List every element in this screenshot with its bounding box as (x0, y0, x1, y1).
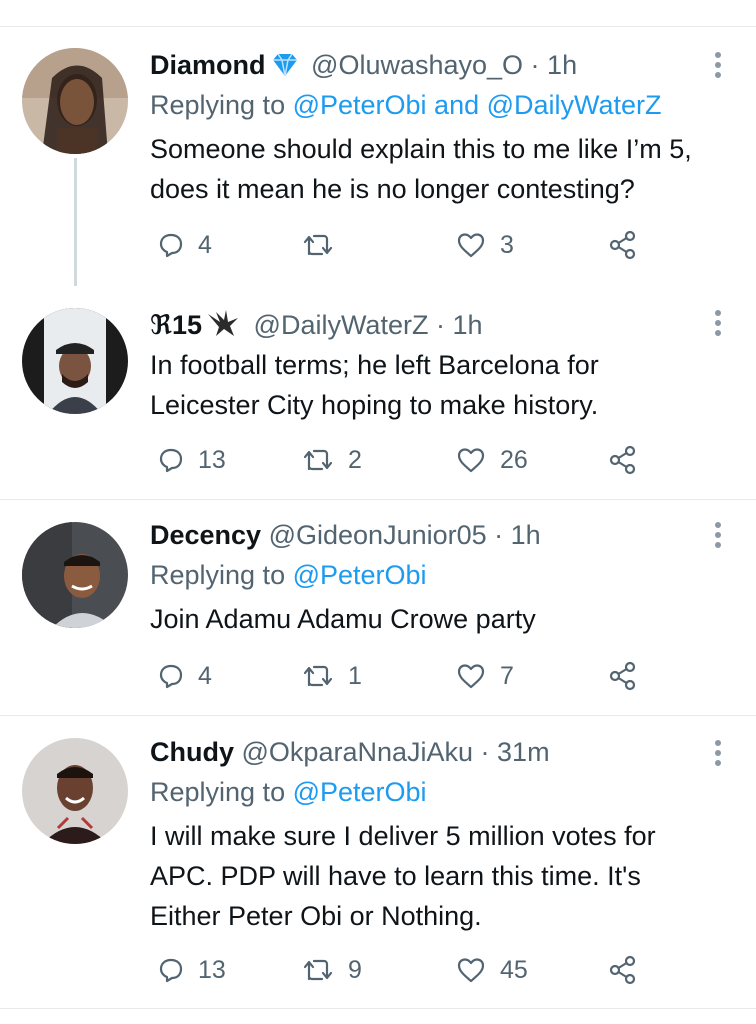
retweet-icon (303, 959, 333, 981)
retweet-button[interactable]: 9 (302, 950, 362, 990)
like-button[interactable]: 45 (456, 950, 528, 990)
separator: · (473, 737, 498, 767)
timestamp[interactable]: 31m (497, 737, 550, 767)
tweet-text-line: I will make sure I deliver 5 million vot… (150, 821, 656, 851)
display-name[interactable]: Chudy (150, 737, 234, 767)
tweet-divider (0, 1008, 756, 1009)
avatar[interactable] (22, 738, 128, 844)
reply-button[interactable]: 13 (158, 950, 226, 990)
tweet-text: I will make sure I deliver 5 million vot… (150, 816, 730, 936)
reply-count: 13 (198, 955, 226, 984)
share-icon (609, 955, 636, 985)
retweet-count: 9 (348, 955, 362, 984)
tweet-text-line: APC. PDP will have to learn this time. I… (150, 861, 641, 891)
reply-icon (159, 958, 183, 983)
share-button[interactable] (608, 950, 652, 990)
more-options-icon[interactable] (708, 740, 728, 770)
tweet-actions: 13 9 45 (150, 950, 750, 990)
tweet-header: Chudy @OkparaNnaJiAku · 31m (150, 735, 550, 769)
tweet-text-line: Either Peter Obi or Nothing. (150, 901, 482, 931)
replying-to: Replying to @PeterObi (150, 775, 427, 809)
handle[interactable]: @OkparaNnaJiAku (242, 737, 474, 767)
replying-to-link[interactable]: @PeterObi (293, 777, 427, 807)
like-count: 45 (500, 955, 528, 984)
tweet[interactable]: Chudy @OkparaNnaJiAku · 31m Replying to … (0, 0, 756, 1024)
heart-icon (457, 958, 485, 983)
replying-prefix: Replying to (150, 777, 293, 807)
